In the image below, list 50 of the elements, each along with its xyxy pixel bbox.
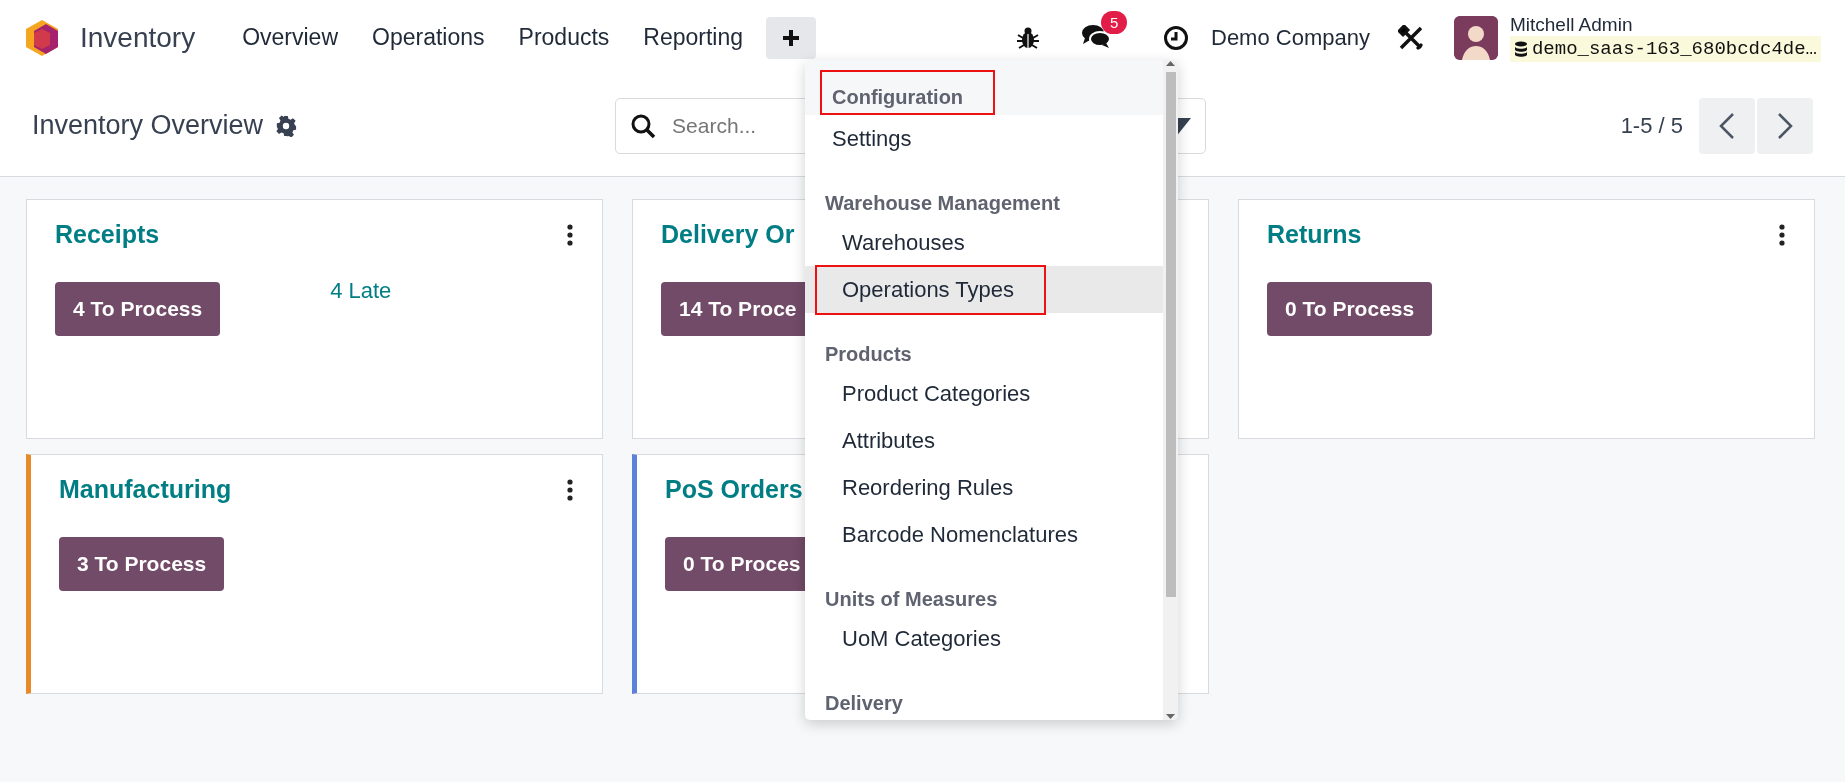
late-link[interactable]: 4 Late: [330, 278, 392, 304]
nav-menu-item[interactable]: Operations: [355, 16, 502, 59]
company-switcher[interactable]: Demo Company: [1211, 24, 1370, 51]
settings-icon[interactable]: [275, 114, 298, 137]
plus-icon: [781, 27, 802, 48]
plus-menu-button[interactable]: [766, 16, 817, 59]
database-icon: [1513, 40, 1528, 57]
menu-section-header: Configuration: [805, 60, 1163, 115]
nav-menu-item[interactable]: Reporting: [626, 16, 761, 59]
search-icon: [630, 112, 657, 139]
menu-item[interactable]: Product Categories: [805, 370, 1163, 417]
card-title[interactable]: Delivery Or: [661, 220, 795, 249]
menu-item[interactable]: Warehouses: [805, 219, 1163, 266]
app-name[interactable]: Inventory: [80, 21, 196, 54]
to-process-button[interactable]: 0 To Process: [1267, 282, 1433, 336]
menu-item[interactable]: UoM Categories: [805, 615, 1163, 662]
chevron-right-icon: [1776, 111, 1794, 140]
menu-section-header: Warehouse Management: [824, 191, 1061, 216]
scrollbar[interactable]: [1163, 60, 1178, 720]
card-title[interactable]: Receipts: [55, 220, 160, 249]
nav-menu-item[interactable]: Overview: [225, 16, 356, 59]
tools-icon[interactable]: [1397, 24, 1424, 51]
menu-item[interactable]: Attributes: [805, 417, 1163, 464]
chevron-left-icon: [1718, 111, 1736, 140]
card-title[interactable]: PoS Orders: [665, 475, 803, 504]
scroll-up-arrow-icon[interactable]: [1166, 60, 1175, 68]
kebab-menu-icon[interactable]: [1778, 223, 1786, 246]
page-title: Inventory Overview: [32, 110, 264, 141]
avatar-silhouette-icon[interactable]: [1453, 15, 1498, 60]
to-process-button[interactable]: 3 To Process: [59, 537, 225, 591]
card-title[interactable]: Manufacturing: [59, 475, 232, 504]
scroll-down-arrow-icon[interactable]: [1166, 712, 1175, 720]
menu-section-header: Units of Measures: [824, 587, 999, 612]
next-page-button[interactable]: [1757, 97, 1813, 154]
card-title[interactable]: Returns: [1267, 220, 1362, 249]
kebab-menu-icon[interactable]: [566, 478, 574, 501]
menu-section-header: Delivery: [824, 691, 904, 716]
nav-menu-item[interactable]: Products: [501, 16, 627, 59]
previous-page-button[interactable]: [1699, 97, 1755, 154]
message-count-badge: 5: [1101, 10, 1128, 34]
to-process-button[interactable]: 4 To Process: [55, 282, 221, 336]
pager-value[interactable]: 1-5 / 5: [1620, 112, 1683, 139]
menu-item[interactable]: Reordering Rules: [805, 464, 1163, 511]
menu-section-header: Products: [824, 342, 913, 367]
kebab-menu-icon[interactable]: [566, 223, 574, 246]
clock-icon[interactable]: [1163, 24, 1189, 51]
user-name[interactable]: Mitchell Admin: [1509, 13, 1821, 36]
database-name: demo_saas-163_680bcdc4de…: [1531, 37, 1817, 60]
menu-item[interactable]: Operations Types: [805, 266, 1163, 313]
app-logo-icon[interactable]: [24, 18, 60, 57]
